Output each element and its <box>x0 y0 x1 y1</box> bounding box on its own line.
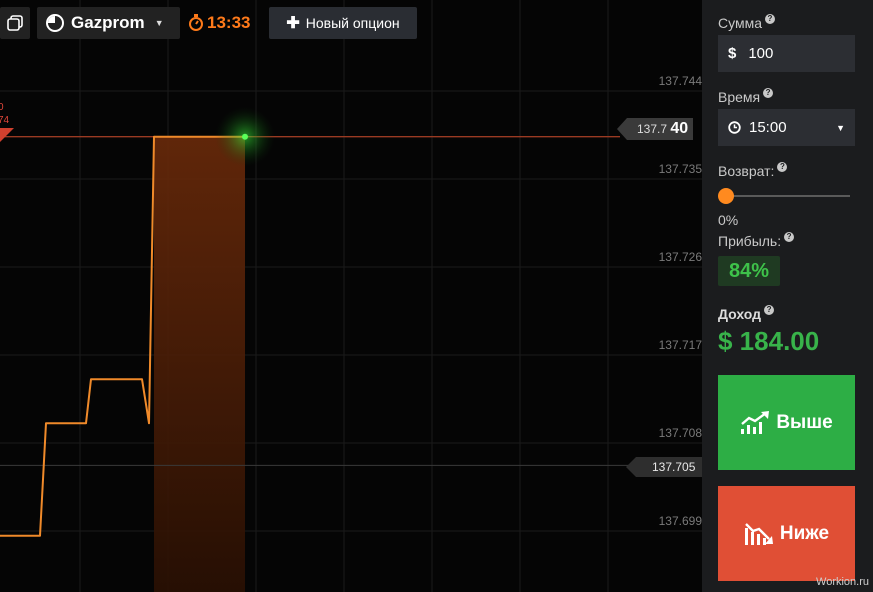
return-value: 0% <box>718 212 739 228</box>
income-label-row: Доход? <box>718 305 775 322</box>
timer-value: 13:33 <box>207 13 251 32</box>
strike-price-tag: 137.705 <box>626 457 702 477</box>
clipped-label: 0 <box>0 102 4 113</box>
stopwatch-icon <box>189 14 203 31</box>
y-tick-label: 137.717 <box>658 338 702 352</box>
chevron-down-icon: ▼ <box>154 18 164 28</box>
windows-icon <box>7 15 23 31</box>
return-label-row: Возврат:? <box>718 162 788 179</box>
question-icon[interactable]: ? <box>764 305 775 315</box>
chart-down-icon <box>744 522 773 545</box>
slider-track[interactable] <box>726 195 850 197</box>
amount-field[interactable]: $ <box>718 35 855 72</box>
amount-label: Сумма <box>718 15 762 31</box>
y-tick-label: 137.735 <box>658 162 702 176</box>
price-point <box>85 422 87 425</box>
question-icon[interactable]: ? <box>763 88 774 98</box>
profit-label: Прибыль: <box>718 233 782 249</box>
clipped-label: 74 <box>0 115 10 126</box>
time-select[interactable]: 15:00 ▼ <box>718 109 855 146</box>
windows-button[interactable] <box>0 7 30 39</box>
price-point <box>39 534 41 537</box>
income-label: Доход <box>718 306 762 322</box>
amount-input[interactable] <box>748 45 839 62</box>
price-point <box>45 422 47 425</box>
time-value: 15:00 <box>749 119 787 136</box>
lower-button[interactable]: Ниже <box>718 486 855 581</box>
plus-icon: ✚ <box>286 15 300 32</box>
return-slider[interactable] <box>718 188 850 204</box>
return-label: Возврат: <box>718 163 775 179</box>
clock-icon <box>728 121 741 134</box>
slider-handle[interactable] <box>718 188 734 204</box>
chart-canvas <box>0 0 702 592</box>
y-tick-label: 137.708 <box>658 426 702 440</box>
y-tick-label: 137.726 <box>658 250 702 264</box>
asset-pie-icon <box>46 14 64 32</box>
asset-selector[interactable]: Gazprom ▼ <box>37 7 180 39</box>
expired-option-marker <box>0 128 14 142</box>
time-label: Время <box>718 89 761 105</box>
question-icon[interactable]: ? <box>765 14 775 24</box>
current-point-group <box>215 106 275 167</box>
price-point <box>141 378 143 381</box>
higher-button[interactable]: Выше <box>718 375 855 470</box>
y-tick-label: 137.699 <box>658 514 702 528</box>
current-point <box>242 133 248 140</box>
watermark: Workion.ru <box>816 576 869 588</box>
price-point <box>90 378 92 381</box>
income-value: $ 184.00 <box>718 326 820 356</box>
y-tick-label: 137.744 <box>658 74 702 88</box>
price-line-group <box>0 135 630 537</box>
question-icon[interactable]: ? <box>784 232 795 242</box>
strike-price-value: 137.705 <box>652 460 696 474</box>
price-area-fill <box>154 136 245 592</box>
current-price-suffix: 40 <box>670 120 689 137</box>
price-point <box>148 422 150 425</box>
question-icon[interactable]: ? <box>777 162 788 172</box>
amount-label-row: Сумма? <box>718 14 775 31</box>
current-price-prefix: 137.7 <box>637 122 668 136</box>
chart-up-icon <box>741 410 770 434</box>
expiry-timer: 13:33 <box>188 13 250 33</box>
new-option-label: Новый опцион <box>305 15 400 31</box>
chevron-down-icon: ▼ <box>836 122 845 133</box>
profit-percent-badge: 84% <box>718 256 780 286</box>
profit-label-row: Прибыль:? <box>718 232 795 249</box>
currency-symbol: $ <box>728 45 737 62</box>
chart-grid <box>0 0 702 592</box>
trade-panel: Сумма? $ Время? 15:00 ▼ Возврат:? 0% При… <box>702 0 873 592</box>
price-chart[interactable]: 137.744 137.735 137.726 137.717 137.708 137.6… <box>0 0 702 592</box>
time-label-row: Время? <box>718 88 774 105</box>
lower-label: Ниже <box>779 522 830 544</box>
current-price-tag: 137.7 40 <box>617 118 693 140</box>
price-area <box>154 136 245 592</box>
price-point <box>199 135 201 138</box>
price-point <box>153 135 155 138</box>
asset-name: Gazprom <box>71 13 145 32</box>
new-option-button[interactable]: ✚ Новый опцион <box>269 7 417 39</box>
higher-label: Выше <box>776 411 833 433</box>
